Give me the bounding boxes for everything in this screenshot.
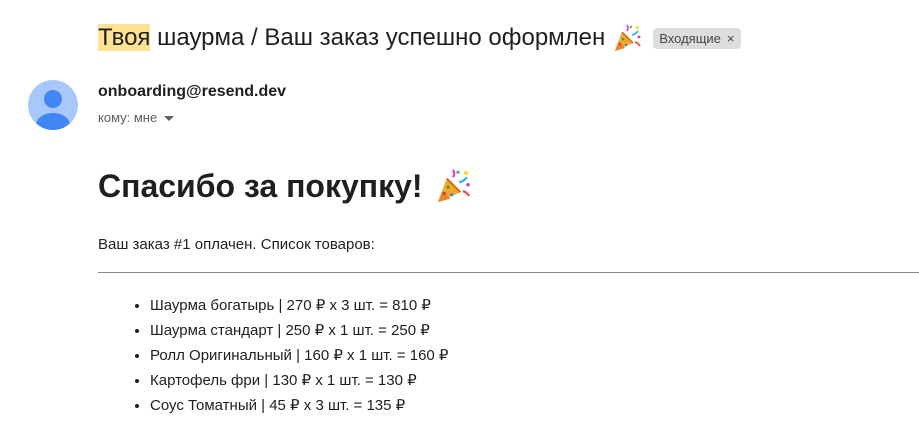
list-item: Ролл Оригинальный | 160 ₽ x 1 шт. = 160 … [150, 343, 448, 368]
sender-email[interactable]: onboarding@resend.dev [98, 83, 286, 101]
divider [98, 272, 919, 273]
subject-row: Твоя шаурма / Ваш заказ успешно оформлен… [98, 18, 741, 58]
label-chip-text: Входящие [659, 30, 721, 46]
remove-label-icon[interactable]: × [727, 31, 735, 46]
order-intro-text: Ваш заказ #1 оплачен. Список товаров: [98, 236, 375, 253]
recipient-details-toggle[interactable]: кому: мне [98, 110, 175, 125]
email-subject: Твоя шаурма / Ваш заказ успешно оформлен [98, 18, 605, 58]
recipient-text: кому: мне [98, 110, 158, 125]
subject-search-highlight: Твоя [98, 24, 151, 51]
heading-text: Спасибо за покупку! [98, 167, 423, 204]
email-view: Твоя шаурма / Ваш заказ успешно оформлен… [0, 0, 919, 439]
avatar[interactable] [28, 80, 78, 130]
list-item: Шаурма стандарт | 250 ₽ x 1 шт. = 250 ₽ [150, 318, 448, 343]
party-popper-icon [437, 169, 470, 203]
subject-text: шаурма / Ваш заказ успешно оформлен [150, 24, 606, 51]
list-item: Картофель фри | 130 ₽ x 1 шт. = 130 ₽ [150, 368, 448, 393]
label-chip-inbox[interactable]: Входящие × [653, 27, 741, 49]
order-items-list: Шаурма богатырь | 270 ₽ x 3 шт. = 810 ₽ … [130, 293, 448, 418]
list-item: Соус Томатный | 45 ₽ x 3 шт. = 135 ₽ [150, 393, 448, 418]
list-item: Шаурма богатырь | 270 ₽ x 3 шт. = 810 ₽ [150, 293, 448, 318]
chevron-down-icon[interactable] [164, 115, 175, 121]
party-popper-icon [615, 24, 642, 51]
email-heading: Спасибо за покупку! [98, 166, 473, 206]
